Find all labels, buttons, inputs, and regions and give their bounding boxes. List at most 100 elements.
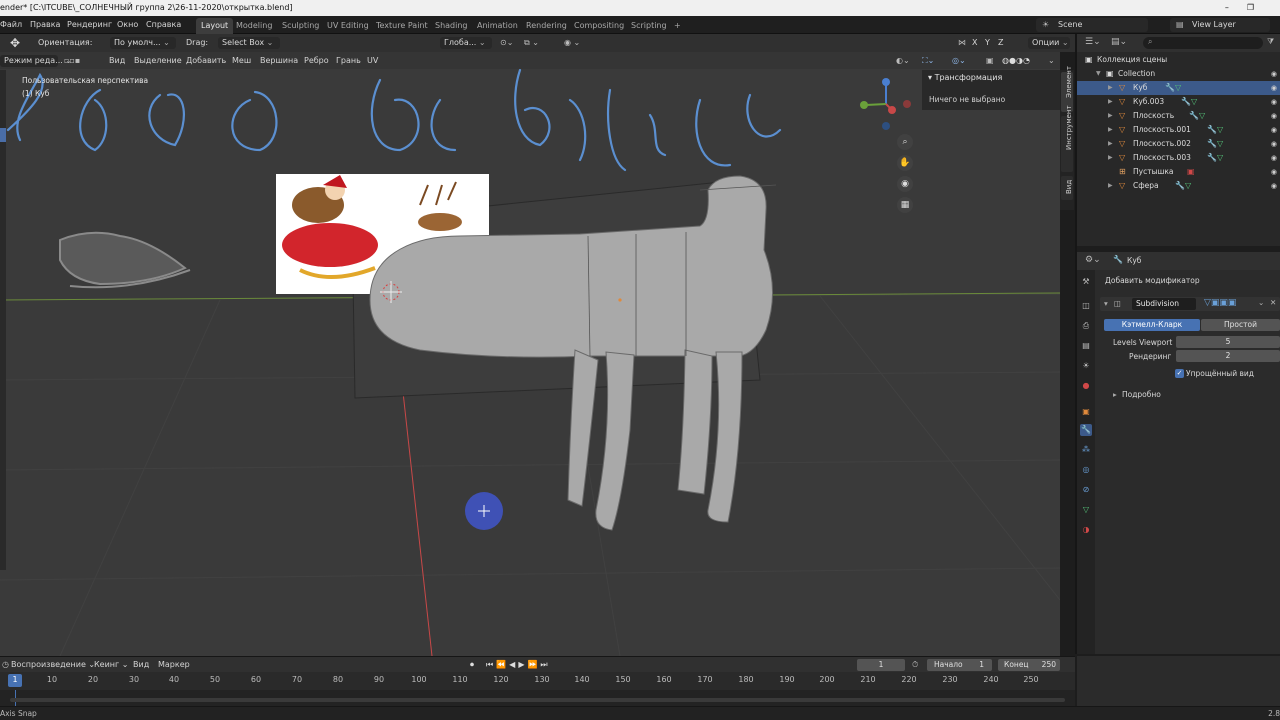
menu-window[interactable]: Окно <box>117 16 138 34</box>
levels-viewport-field[interactable]: 5 <box>1176 336 1280 348</box>
tab-sculpting[interactable]: Sculpting <box>277 18 324 34</box>
camera-icon[interactable]: ◉ <box>897 176 913 192</box>
world-icon[interactable]: ● <box>1080 380 1092 392</box>
proportional-edit-icon[interactable]: ◉ ⌄ <box>564 34 580 52</box>
list-item-object[interactable]: ▶ ▽ Плоскость.001 🔧▽ ◉ <box>1077 123 1280 137</box>
timeline-ruler[interactable]: 1 10 20 30 40 50 60 70 80 90 100 110 120… <box>0 672 1075 690</box>
menu-playback[interactable]: Воспроизведение ⌄ <box>11 657 95 673</box>
expand-icon[interactable]: ▶ <box>1108 151 1113 165</box>
menu-uv[interactable]: UV <box>367 52 378 69</box>
eye-icon[interactable]: ◉ <box>1271 151 1277 165</box>
menu-keying[interactable]: Кеинг ⌄ <box>94 657 128 673</box>
tab-tool[interactable]: Инструмент <box>1061 105 1073 172</box>
overlay-toggle-icon[interactable]: ◎⌄ <box>952 52 966 69</box>
eye-icon[interactable]: ◉ <box>1271 95 1277 109</box>
axis-x-toggle[interactable]: X <box>972 34 977 52</box>
particles-icon[interactable]: ⁂ <box>1080 444 1092 456</box>
expand-icon[interactable]: ▶ <box>1108 137 1113 151</box>
properties-editor[interactable] <box>1077 252 1280 654</box>
add-workspace-button[interactable]: + <box>669 18 686 34</box>
add-modifier-button[interactable]: Добавить модификатор <box>1105 276 1200 285</box>
output-icon[interactable]: ⎙ <box>1080 320 1092 332</box>
tab-view[interactable]: Вид <box>1061 176 1073 200</box>
grid-view-icon[interactable]: ▦ <box>897 197 913 213</box>
catmull-clark-button[interactable]: Кэтмелл-Кларк <box>1104 319 1200 331</box>
collapse-icon[interactable]: ▾ <box>1104 299 1108 308</box>
pan-hand-icon[interactable]: ✋ <box>897 155 913 171</box>
eye-icon[interactable]: ◉ <box>1271 67 1277 81</box>
outliner[interactable]: ☰⌄ ▤⌄ ⌕ ⧩ ▣ Коллекция сцены ▼ ▣ Collecti… <box>1077 34 1280 246</box>
axis-z-toggle[interactable]: Z <box>998 34 1003 52</box>
scene-icon[interactable]: ☀ <box>1080 360 1092 372</box>
list-item-object[interactable]: ▶ ▽ Плоскость 🔧▽ ◉ <box>1077 109 1280 123</box>
list-item-collection[interactable]: ▼ ▣ Collection ◉ <box>1077 67 1280 81</box>
end-frame-field[interactable]: Конец 250 <box>998 659 1060 671</box>
expand-icon[interactable]: ▼ <box>1096 67 1101 81</box>
menu-edit[interactable]: Правка <box>30 16 60 34</box>
transform-orientation-dropdown[interactable]: Глоба... <box>440 37 492 49</box>
move-tool-icon[interactable]: ✥ <box>10 34 20 52</box>
minimize-icon[interactable]: – <box>1225 3 1247 12</box>
timeline-body[interactable] <box>0 690 1075 706</box>
expand-icon[interactable]: ▶ <box>1108 179 1113 193</box>
menu-vertex[interactable]: Вершина <box>260 52 298 69</box>
window-controls[interactable]: –❐ <box>1225 0 1272 16</box>
xray-icon[interactable]: ▣ <box>986 52 994 69</box>
expand-icon[interactable]: ▶ <box>1108 95 1113 109</box>
3d-viewport[interactable]: Пользовательская перспектива (1) Куб ⌕ ✋… <box>0 52 1060 656</box>
editor-type-icon[interactable]: ⚙⌄ <box>1085 255 1101 265</box>
list-item-object[interactable]: ▶ ▽ Сфера 🔧▽ ◉ <box>1077 179 1280 193</box>
record-icon[interactable]: ⏺ <box>470 657 474 673</box>
editor-type-icon[interactable]: ☰⌄ <box>1085 37 1101 47</box>
menu-file[interactable]: Файл <box>0 16 22 34</box>
list-item-scene-collection[interactable]: ▣ Коллекция сцены <box>1077 53 1280 67</box>
zoom-icon[interactable]: ⌕ <box>897 134 913 150</box>
eye-icon[interactable]: ◉ <box>1271 179 1277 193</box>
menu-render[interactable]: Рендеринг <box>67 16 112 34</box>
object-icon[interactable]: ▣ <box>1080 406 1092 418</box>
select-mode-icons[interactable]: ▫▫▪ <box>64 52 80 69</box>
menu-mesh[interactable]: Меш <box>232 52 251 69</box>
gizmo-toggle-icon[interactable]: ⛶⌄ <box>922 52 934 69</box>
tab-animation[interactable]: Animation <box>472 18 523 34</box>
orientation-dropdown[interactable]: По умолч... <box>110 37 176 49</box>
material-icon[interactable]: ◑ <box>1080 524 1092 536</box>
modifier-visibility-icons[interactable]: ▽▣▣▣ <box>1204 298 1236 308</box>
eye-icon[interactable]: ◉ <box>1271 123 1277 137</box>
shading-modes-icon[interactable]: ◍●◑◔ <box>1002 52 1030 69</box>
transform-panel-header[interactable]: ▾ Трансформация <box>928 73 1002 82</box>
tab-scripting[interactable]: Scripting <box>626 18 672 34</box>
axis-y-toggle[interactable]: Y <box>985 34 990 52</box>
display-mode-icon[interactable]: ▤⌄ <box>1111 37 1127 47</box>
menu-marker[interactable]: Маркер <box>158 657 190 673</box>
mesh-data-icon[interactable]: ▽ <box>1080 504 1092 516</box>
playback-controls[interactable]: ⏮⏪◀▶⏩⏭ <box>486 657 551 673</box>
timeline-scrollbar[interactable] <box>10 698 1065 702</box>
eye-icon[interactable]: ◉ <box>1271 109 1277 123</box>
physics-icon[interactable]: ◎ <box>1080 464 1092 476</box>
menu-view[interactable]: Вид <box>109 52 125 69</box>
current-frame-field[interactable]: 1 <box>857 659 905 671</box>
modifier-menu-icon[interactable]: ⌄ <box>1258 298 1264 307</box>
optimal-display-checkbox[interactable]: ✓ <box>1175 369 1184 378</box>
list-item-object[interactable]: ▶ ▽ Плоскость.003 🔧▽ ◉ <box>1077 151 1280 165</box>
stopwatch-icon[interactable]: ⏱ <box>912 657 918 673</box>
tab-uv-editing[interactable]: UV Editing <box>322 18 374 34</box>
remove-modifier-icon[interactable]: ✕ <box>1270 298 1276 307</box>
advanced-panel-label[interactable]: Подробно <box>1122 390 1161 399</box>
menu-edge[interactable]: Ребро <box>304 52 329 69</box>
tab-texture-paint[interactable]: Texture Paint <box>371 18 433 34</box>
simple-button[interactable]: Простой <box>1201 319 1280 331</box>
constraints-icon[interactable]: ⊘ <box>1080 484 1092 496</box>
tab-shading[interactable]: Shading <box>430 18 473 34</box>
advanced-expand-icon[interactable]: ▸ <box>1113 390 1117 399</box>
modifier-wrench-icon[interactable]: 🔧 <box>1080 424 1092 436</box>
mirror-icon[interactable]: ⋈ <box>958 34 966 52</box>
view-layer-icon[interactable]: ▤ <box>1080 340 1092 352</box>
tab-modeling[interactable]: Modeling <box>231 18 277 34</box>
visibility-icon[interactable]: ◐⌄ <box>896 52 910 69</box>
eye-icon[interactable]: ◉ <box>1271 81 1277 95</box>
list-item-object[interactable]: ▶ ▽ Куб.003 🔧▽ ◉ <box>1077 95 1280 109</box>
mode-dropdown[interactable]: Режим реда... <box>0 55 63 67</box>
tab-compositing[interactable]: Compositing <box>569 18 629 34</box>
